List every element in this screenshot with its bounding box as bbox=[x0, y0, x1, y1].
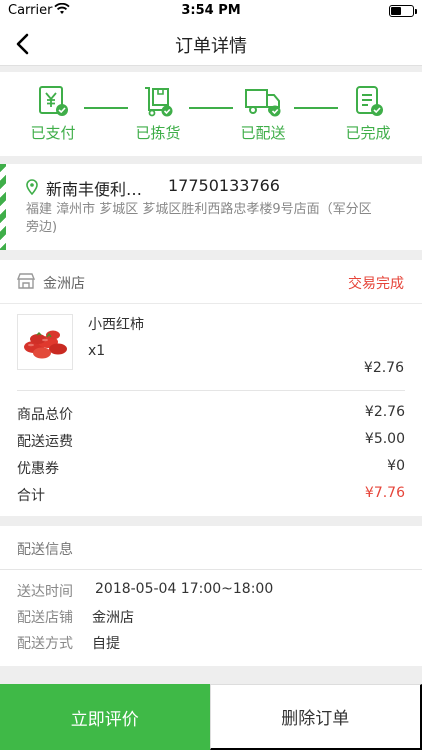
delivery-address: 新南丰便利… 17750133766 福建 漳州市 芗城区 芗城区胜利西路忠孝楼… bbox=[0, 164, 422, 250]
order-progress: 已支付 已拣货 已配送 已完成 bbox=[0, 72, 422, 156]
delivery-shop: 金洲店 bbox=[92, 610, 134, 626]
summary-row-goods: 商品总价 ¥2.76 bbox=[17, 400, 405, 427]
step-delivered: 已配送 bbox=[223, 84, 303, 143]
summary-row-shipping: 配送运费 ¥5.00 bbox=[17, 427, 405, 454]
summary-row-coupon: 优惠券 ¥0 bbox=[17, 454, 405, 481]
product-image bbox=[17, 314, 73, 370]
paid-icon bbox=[39, 86, 68, 116]
step-label: 已支付 bbox=[30, 124, 76, 142]
delivery-row-method: 配送方式 自提 bbox=[17, 630, 405, 656]
step-label: 已配送 bbox=[240, 124, 286, 142]
delivery-info: 配送信息 送达时间 2018-05-04 17:00~18:00 配送店铺 金洲… bbox=[0, 526, 422, 666]
delivery-row-shop: 配送店铺 金洲店 bbox=[17, 604, 405, 630]
summary-label: 优惠券 bbox=[17, 461, 59, 477]
delivery-method: 自提 bbox=[92, 636, 120, 652]
page-title: 订单详情 bbox=[175, 36, 247, 57]
product-price: ¥2.76 bbox=[363, 360, 404, 376]
delivery-time: 2018-05-04 17:00~18:00 bbox=[95, 581, 274, 597]
summary-value: ¥5.00 bbox=[364, 431, 405, 447]
summary-label: 合计 bbox=[17, 488, 45, 504]
product-quantity: x1 bbox=[88, 343, 106, 359]
recipient-name: 新南丰便利… bbox=[46, 180, 143, 199]
completed-icon bbox=[356, 86, 383, 116]
picked-icon bbox=[145, 87, 173, 117]
shop-header: 金洲店 交易完成 bbox=[0, 260, 422, 304]
summary-label: 配送运费 bbox=[17, 434, 73, 450]
status-time: 3:54 PM bbox=[181, 3, 241, 18]
product-name: 小西红柿 bbox=[88, 317, 144, 333]
summary-value: ¥2.76 bbox=[364, 404, 405, 420]
delete-order-button[interactable]: 删除订单 bbox=[209, 684, 422, 750]
delivery-label: 配送店铺 bbox=[17, 610, 73, 626]
step-label: 已拣货 bbox=[135, 124, 181, 142]
total-price: ¥7.76 bbox=[364, 485, 405, 501]
order-status: 交易完成 bbox=[348, 276, 404, 292]
review-button[interactable]: 立即评价 bbox=[0, 684, 210, 750]
location-pin-icon bbox=[26, 179, 38, 199]
price-summary: 商品总价 ¥2.76 配送运费 ¥5.00 优惠券 ¥0 合计 ¥7.76 bbox=[0, 391, 422, 516]
delivery-label: 送达时间 bbox=[17, 584, 73, 600]
summary-row-total: 合计 ¥7.76 bbox=[17, 481, 405, 508]
order-card: 金洲店 交易完成 小西红柿 x1 ¥2.76 商品总价 ¥2.76 配送运费 ¥… bbox=[0, 260, 422, 516]
nav-bar: 订单详情 bbox=[0, 22, 422, 66]
step-label: 已完成 bbox=[345, 124, 391, 142]
delivery-info-title: 配送信息 bbox=[0, 526, 422, 570]
step-paid: 已支付 bbox=[13, 84, 93, 143]
store-icon bbox=[16, 273, 36, 293]
summary-label: 商品总价 bbox=[17, 407, 73, 423]
summary-value: ¥0 bbox=[387, 458, 405, 474]
delivery-label: 配送方式 bbox=[17, 636, 73, 652]
shop-name[interactable]: 金洲店 bbox=[43, 273, 85, 293]
step-completed: 已完成 bbox=[328, 84, 408, 143]
delivery-row-time: 送达时间 2018-05-04 17:00~18:00 bbox=[17, 578, 405, 604]
step-picked: 已拣货 bbox=[118, 84, 198, 143]
product-item[interactable]: 小西红柿 x1 ¥2.76 bbox=[0, 304, 422, 390]
address-stripe bbox=[0, 164, 6, 250]
battery-icon bbox=[389, 5, 417, 17]
status-bar: Carrier 3:54 PM bbox=[0, 0, 422, 22]
bottom-action-bar: 立即评价 删除订单 bbox=[0, 684, 422, 750]
address-detail: 福建 漳州市 芗城区 芗城区胜利西路忠孝楼9号店面（军分区旁边) bbox=[26, 202, 372, 235]
delivery-info-body: 送达时间 2018-05-04 17:00~18:00 配送店铺 金洲店 配送方… bbox=[0, 570, 422, 666]
recipient-phone: 17750133766 bbox=[168, 176, 280, 195]
truck-icon bbox=[245, 89, 281, 117]
